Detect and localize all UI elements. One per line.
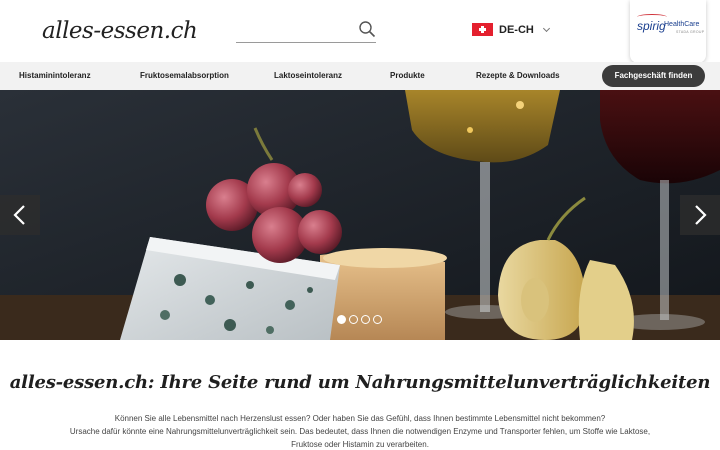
chevron-left-icon (13, 205, 25, 225)
slider-dot[interactable] (337, 315, 346, 324)
nav-item-produkte[interactable]: Produkte (390, 71, 425, 80)
nav-item-rezepte[interactable]: Rezepte & Downloads (476, 71, 560, 80)
slider-dot[interactable] (373, 315, 382, 324)
nav-item-laktose[interactable]: Laktoseintoleranz (274, 71, 342, 80)
partner-sub: HealthCare (664, 21, 700, 28)
hero-slider (0, 90, 720, 340)
slider-next-button[interactable] (680, 195, 720, 235)
site-logo[interactable]: alles-essen.ch (42, 18, 198, 44)
swiss-flag-icon (472, 23, 493, 36)
nav-item-histamin[interactable]: Histaminintoleranz (19, 71, 91, 80)
nav-item-fruktose[interactable]: Fruktosemalabsorption (140, 71, 229, 80)
site-header: alles-essen.ch DE-CH spirig HealthCare S… (0, 0, 720, 63)
slider-prev-button[interactable] (0, 195, 40, 235)
intro-text: Können Sie alle Lebensmittel nach Herzen… (60, 412, 660, 450)
chevron-right-icon (695, 205, 707, 225)
language-code: DE-CH (499, 23, 534, 36)
partner-logo-card[interactable]: spirig HealthCare STADA GROUP (630, 0, 706, 63)
intro-title: alles-essen.ch: Ihre Seite rund um Nahru… (9, 372, 711, 393)
partner-group: STADA GROUP (676, 30, 705, 34)
main-nav: Histaminintoleranz Fruktosemalabsorption… (0, 62, 720, 90)
intro-line: Ursache dafür könnte eine Nahrungsmittel… (69, 427, 651, 436)
slider-dot[interactable] (361, 315, 370, 324)
search-icon[interactable] (358, 20, 376, 38)
intro-line: Fruktose oder Histamin zu verarbeiten. (291, 440, 429, 449)
search-bar (236, 20, 376, 43)
partner-name: spirig (637, 19, 666, 33)
hero-image (0, 90, 720, 340)
slider-dot[interactable] (349, 315, 358, 324)
search-input[interactable] (236, 20, 354, 40)
find-store-button[interactable]: Fachgeschäft finden (602, 65, 705, 87)
intro-line: Können Sie alle Lebensmittel nach Herzen… (114, 414, 606, 423)
slider-dots (337, 315, 385, 324)
language-selector[interactable]: DE-CH (472, 23, 550, 36)
chevron-down-icon (542, 24, 550, 32)
